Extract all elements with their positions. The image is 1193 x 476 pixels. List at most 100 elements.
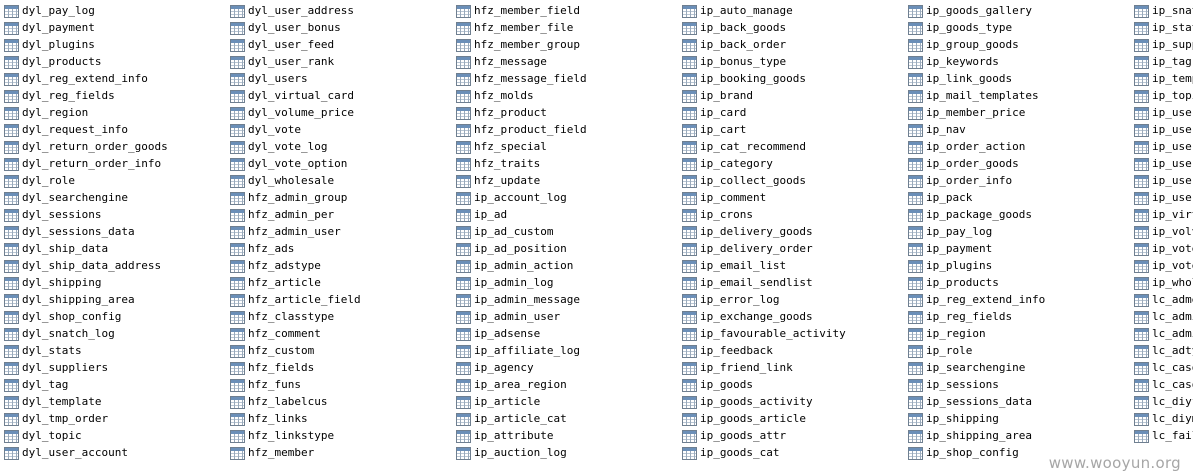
table-list-item[interactable]: dyl_tmp_order	[4, 411, 108, 427]
table-list-item[interactable]: ip_user	[1134, 105, 1193, 121]
table-list-item[interactable]: lc_adty	[1134, 343, 1193, 359]
table-list-item[interactable]: ip_shipping	[908, 411, 999, 427]
table-list-item[interactable]: ip_nav	[908, 122, 966, 138]
table-list-item[interactable]: ip_vote	[1134, 258, 1193, 274]
table-list-item[interactable]: ip_affiliate_log	[456, 343, 580, 359]
table-list-item[interactable]: dyl_sessions	[4, 207, 101, 223]
table-list-item[interactable]: hfz_message	[456, 54, 547, 70]
table-list-item[interactable]: hfz_molds	[456, 88, 534, 104]
table-list-item[interactable]: dyl_vote_option	[230, 156, 347, 172]
table-list-item[interactable]: ip_vote	[1134, 241, 1193, 257]
table-list-item[interactable]: dyl_shipping	[4, 275, 101, 291]
table-list-item[interactable]: dyl_user_address	[230, 3, 354, 19]
table-list-item[interactable]: lc_admi	[1134, 309, 1193, 325]
table-list-item[interactable]: ip_order_info	[908, 173, 1012, 189]
table-list-item[interactable]: ip_goods_cat	[682, 445, 779, 461]
table-list-item[interactable]: hfz_admin_per	[230, 207, 334, 223]
table-list-item[interactable]: hfz_special	[456, 139, 547, 155]
table-list-item[interactable]: dyl_shop_config	[4, 309, 121, 325]
table-list-item[interactable]: dyl_user_bonus	[230, 20, 341, 36]
table-list-item[interactable]: ip_volv	[1134, 224, 1193, 240]
table-list-item[interactable]: ip_stat	[1134, 20, 1193, 36]
table-list-item[interactable]: ip_account_log	[456, 190, 567, 206]
table-list-item[interactable]: hfz_ads	[230, 241, 294, 257]
table-list-item[interactable]: hfz_article	[230, 275, 321, 291]
table-list-item[interactable]: ip_keywords	[908, 54, 999, 70]
table-list-item[interactable]: ip_cat_recommend	[682, 139, 806, 155]
table-list-item[interactable]: ip_admin_log	[456, 275, 553, 291]
table-list-item[interactable]: ip_package_goods	[908, 207, 1032, 223]
table-list-item[interactable]: hfz_article_field	[230, 292, 361, 308]
table-list-item[interactable]: dyl_user_rank	[230, 54, 334, 70]
table-list-item[interactable]: ip_auto_manage	[682, 3, 793, 19]
table-list-item[interactable]: lc_diyf	[1134, 394, 1193, 410]
table-list-item[interactable]: dyl_template	[4, 394, 101, 410]
table-list-item[interactable]: ip_whol	[1134, 275, 1193, 291]
table-list-item[interactable]: ip_sessions_data	[908, 394, 1032, 410]
table-list-item[interactable]: hfz_product	[456, 105, 547, 121]
table-list-item[interactable]: lc_fail	[1134, 428, 1193, 444]
table-list-item[interactable]: hfz_admin_user	[230, 224, 341, 240]
table-list-item[interactable]: dyl_shipping_area	[4, 292, 135, 308]
table-list-item[interactable]: dyl_user_feed	[230, 37, 334, 53]
table-list-item[interactable]: lc_caso	[1134, 360, 1193, 376]
table-list-item[interactable]: ip_reg_fields	[908, 309, 1012, 325]
table-list-item[interactable]: dyl_reg_fields	[4, 88, 115, 104]
table-list-item[interactable]: ip_pack	[908, 190, 972, 206]
table-list-item[interactable]: ip_user	[1134, 190, 1193, 206]
table-list-item[interactable]: ip_user	[1134, 139, 1193, 155]
table-list-item[interactable]: dyl_sessions_data	[4, 224, 135, 240]
table-list-item[interactable]: dyl_request_info	[4, 122, 128, 138]
table-list-item[interactable]: dyl_volume_price	[230, 105, 354, 121]
table-list-item[interactable]: dyl_region	[4, 105, 88, 121]
table-list-item[interactable]: ip_booking_goods	[682, 71, 806, 87]
table-list-item[interactable]: hfz_linkstype	[230, 428, 334, 444]
table-list-item[interactable]: ip_virt	[1134, 207, 1193, 223]
table-list-item[interactable]: ip_card	[682, 105, 746, 121]
table-list-item[interactable]: ip_products	[908, 275, 999, 291]
table-list-item[interactable]: ip_user	[1134, 156, 1193, 172]
table-list-item[interactable]: dyl_return_order_goods	[4, 139, 168, 155]
table-list-item[interactable]: ip_admin_user	[456, 309, 560, 325]
table-list-item[interactable]: ip_goods	[682, 377, 753, 393]
table-list-item[interactable]: ip_order_goods	[908, 156, 1019, 172]
table-list-item[interactable]: hfz_admin_group	[230, 190, 347, 206]
table-list-item[interactable]: ip_sessions	[908, 377, 999, 393]
table-list-item[interactable]: ip_delivery_goods	[682, 224, 813, 240]
table-list-item[interactable]: ip_goods_gallery	[908, 3, 1032, 19]
table-list-item[interactable]: hfz_adstype	[230, 258, 321, 274]
table-list-item[interactable]: ip_order_action	[908, 139, 1025, 155]
table-list-item[interactable]: ip_shipping_area	[908, 428, 1032, 444]
table-list-item[interactable]: hfz_member_group	[456, 37, 580, 53]
table-list-item[interactable]: hfz_message_field	[456, 71, 587, 87]
table-list-item[interactable]: ip_reg_extend_info	[908, 292, 1045, 308]
table-list-item[interactable]: ip_email_list	[682, 258, 786, 274]
table-list-item[interactable]: ip_role	[908, 343, 972, 359]
table-list-item[interactable]: dyl_tag	[4, 377, 68, 393]
table-list-item[interactable]: ip_goods_article	[682, 411, 806, 427]
table-list-item[interactable]: ip_cart	[682, 122, 746, 138]
table-list-item[interactable]: ip_auction_log	[456, 445, 567, 461]
table-list-item[interactable]: ip_attribute	[456, 428, 553, 444]
table-list-item[interactable]: ip_exchange_goods	[682, 309, 813, 325]
table-list-item[interactable]: ip_pay_log	[908, 224, 992, 240]
table-list-item[interactable]: ip_ad_custom	[456, 224, 553, 240]
table-list-item[interactable]: hfz_comment	[230, 326, 321, 342]
table-list-item[interactable]: ip_goods_attr	[682, 428, 786, 444]
table-list-item[interactable]: hfz_traits	[456, 156, 540, 172]
table-list-item[interactable]: ip_favourable_activity	[682, 326, 846, 342]
table-list-item[interactable]: dyl_role	[4, 173, 75, 189]
table-list-item[interactable]: ip_tag	[1134, 54, 1192, 70]
table-list-item[interactable]: hfz_custom	[230, 343, 314, 359]
table-list-item[interactable]: lc_caso	[1134, 377, 1193, 393]
table-list-item[interactable]: ip_region	[908, 326, 986, 342]
table-list-item[interactable]: dyl_vote	[230, 122, 301, 138]
table-list-item[interactable]: dyl_plugins	[4, 37, 95, 53]
table-list-item[interactable]: ip_article	[456, 394, 540, 410]
table-list-item[interactable]: hfz_member	[230, 445, 314, 461]
table-list-item[interactable]: ip_temp	[1134, 71, 1193, 87]
table-list-item[interactable]: ip_bonus_type	[682, 54, 786, 70]
table-list-item[interactable]: ip_brand	[682, 88, 753, 104]
table-list-item[interactable]: ip_agency	[456, 360, 534, 376]
table-list-item[interactable]: dyl_topic	[4, 428, 82, 444]
